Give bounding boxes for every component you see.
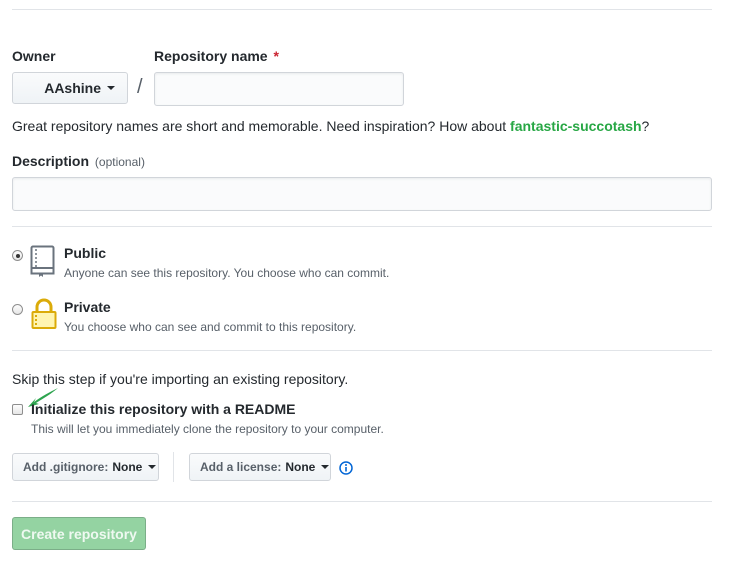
repo-name-input[interactable] bbox=[154, 72, 404, 106]
owner-repo-separator: / bbox=[137, 76, 143, 98]
gitignore-label: Add .gitignore: bbox=[23, 460, 109, 474]
repo-name-hint: Great repository names are short and mem… bbox=[12, 118, 649, 134]
chevron-down-icon bbox=[107, 86, 115, 90]
description-optional: (optional) bbox=[94, 155, 145, 169]
repo-public-icon bbox=[30, 245, 56, 280]
readme-label[interactable]: Initialize this repository with a README bbox=[31, 401, 295, 417]
required-mark: * bbox=[273, 48, 279, 64]
private-radio[interactable] bbox=[12, 304, 23, 315]
actions-divider bbox=[12, 501, 712, 502]
info-icon[interactable] bbox=[339, 461, 353, 478]
public-radio[interactable] bbox=[12, 250, 23, 261]
repo-name-label: Repository name * bbox=[154, 48, 279, 64]
private-title: Private bbox=[64, 299, 111, 315]
owner-select-button[interactable]: AAshine bbox=[12, 72, 128, 104]
private-note: You choose who can see and commit to thi… bbox=[64, 320, 357, 334]
description-input[interactable] bbox=[12, 177, 712, 211]
skip-text: Skip this step if you're importing an ex… bbox=[12, 371, 349, 387]
hint-suffix: ? bbox=[641, 118, 650, 134]
chevron-down-icon bbox=[321, 465, 330, 469]
create-repository-button[interactable]: Create repository bbox=[12, 517, 146, 550]
gitignore-value: None bbox=[112, 460, 143, 474]
name-suggestion-link[interactable]: fantastic-succotash bbox=[510, 118, 641, 134]
init-divider bbox=[12, 350, 712, 351]
description-label: Description (optional) bbox=[12, 153, 145, 169]
lock-icon bbox=[31, 298, 57, 333]
license-select-button[interactable]: Add a license: None bbox=[189, 453, 331, 481]
gitignore-select-button[interactable]: Add .gitignore: None bbox=[12, 453, 159, 481]
repo-name-label-text: Repository name bbox=[154, 48, 268, 64]
hint-prefix: Great repository names are short and mem… bbox=[12, 118, 511, 134]
options-separator bbox=[173, 452, 174, 482]
top-divider bbox=[12, 9, 712, 10]
owner-value: AAshine bbox=[44, 80, 101, 96]
owner-label: Owner bbox=[12, 48, 56, 64]
public-title: Public bbox=[64, 245, 107, 261]
description-label-text: Description bbox=[12, 153, 90, 169]
chevron-down-icon bbox=[148, 465, 157, 469]
visibility-divider bbox=[12, 226, 712, 227]
license-label: Add a license: bbox=[200, 460, 282, 474]
readme-checkbox[interactable] bbox=[12, 404, 23, 415]
license-value: None bbox=[285, 460, 316, 474]
readme-note: This will let you immediately clone the … bbox=[31, 422, 384, 436]
public-note: Anyone can see this repository. You choo… bbox=[64, 266, 390, 280]
